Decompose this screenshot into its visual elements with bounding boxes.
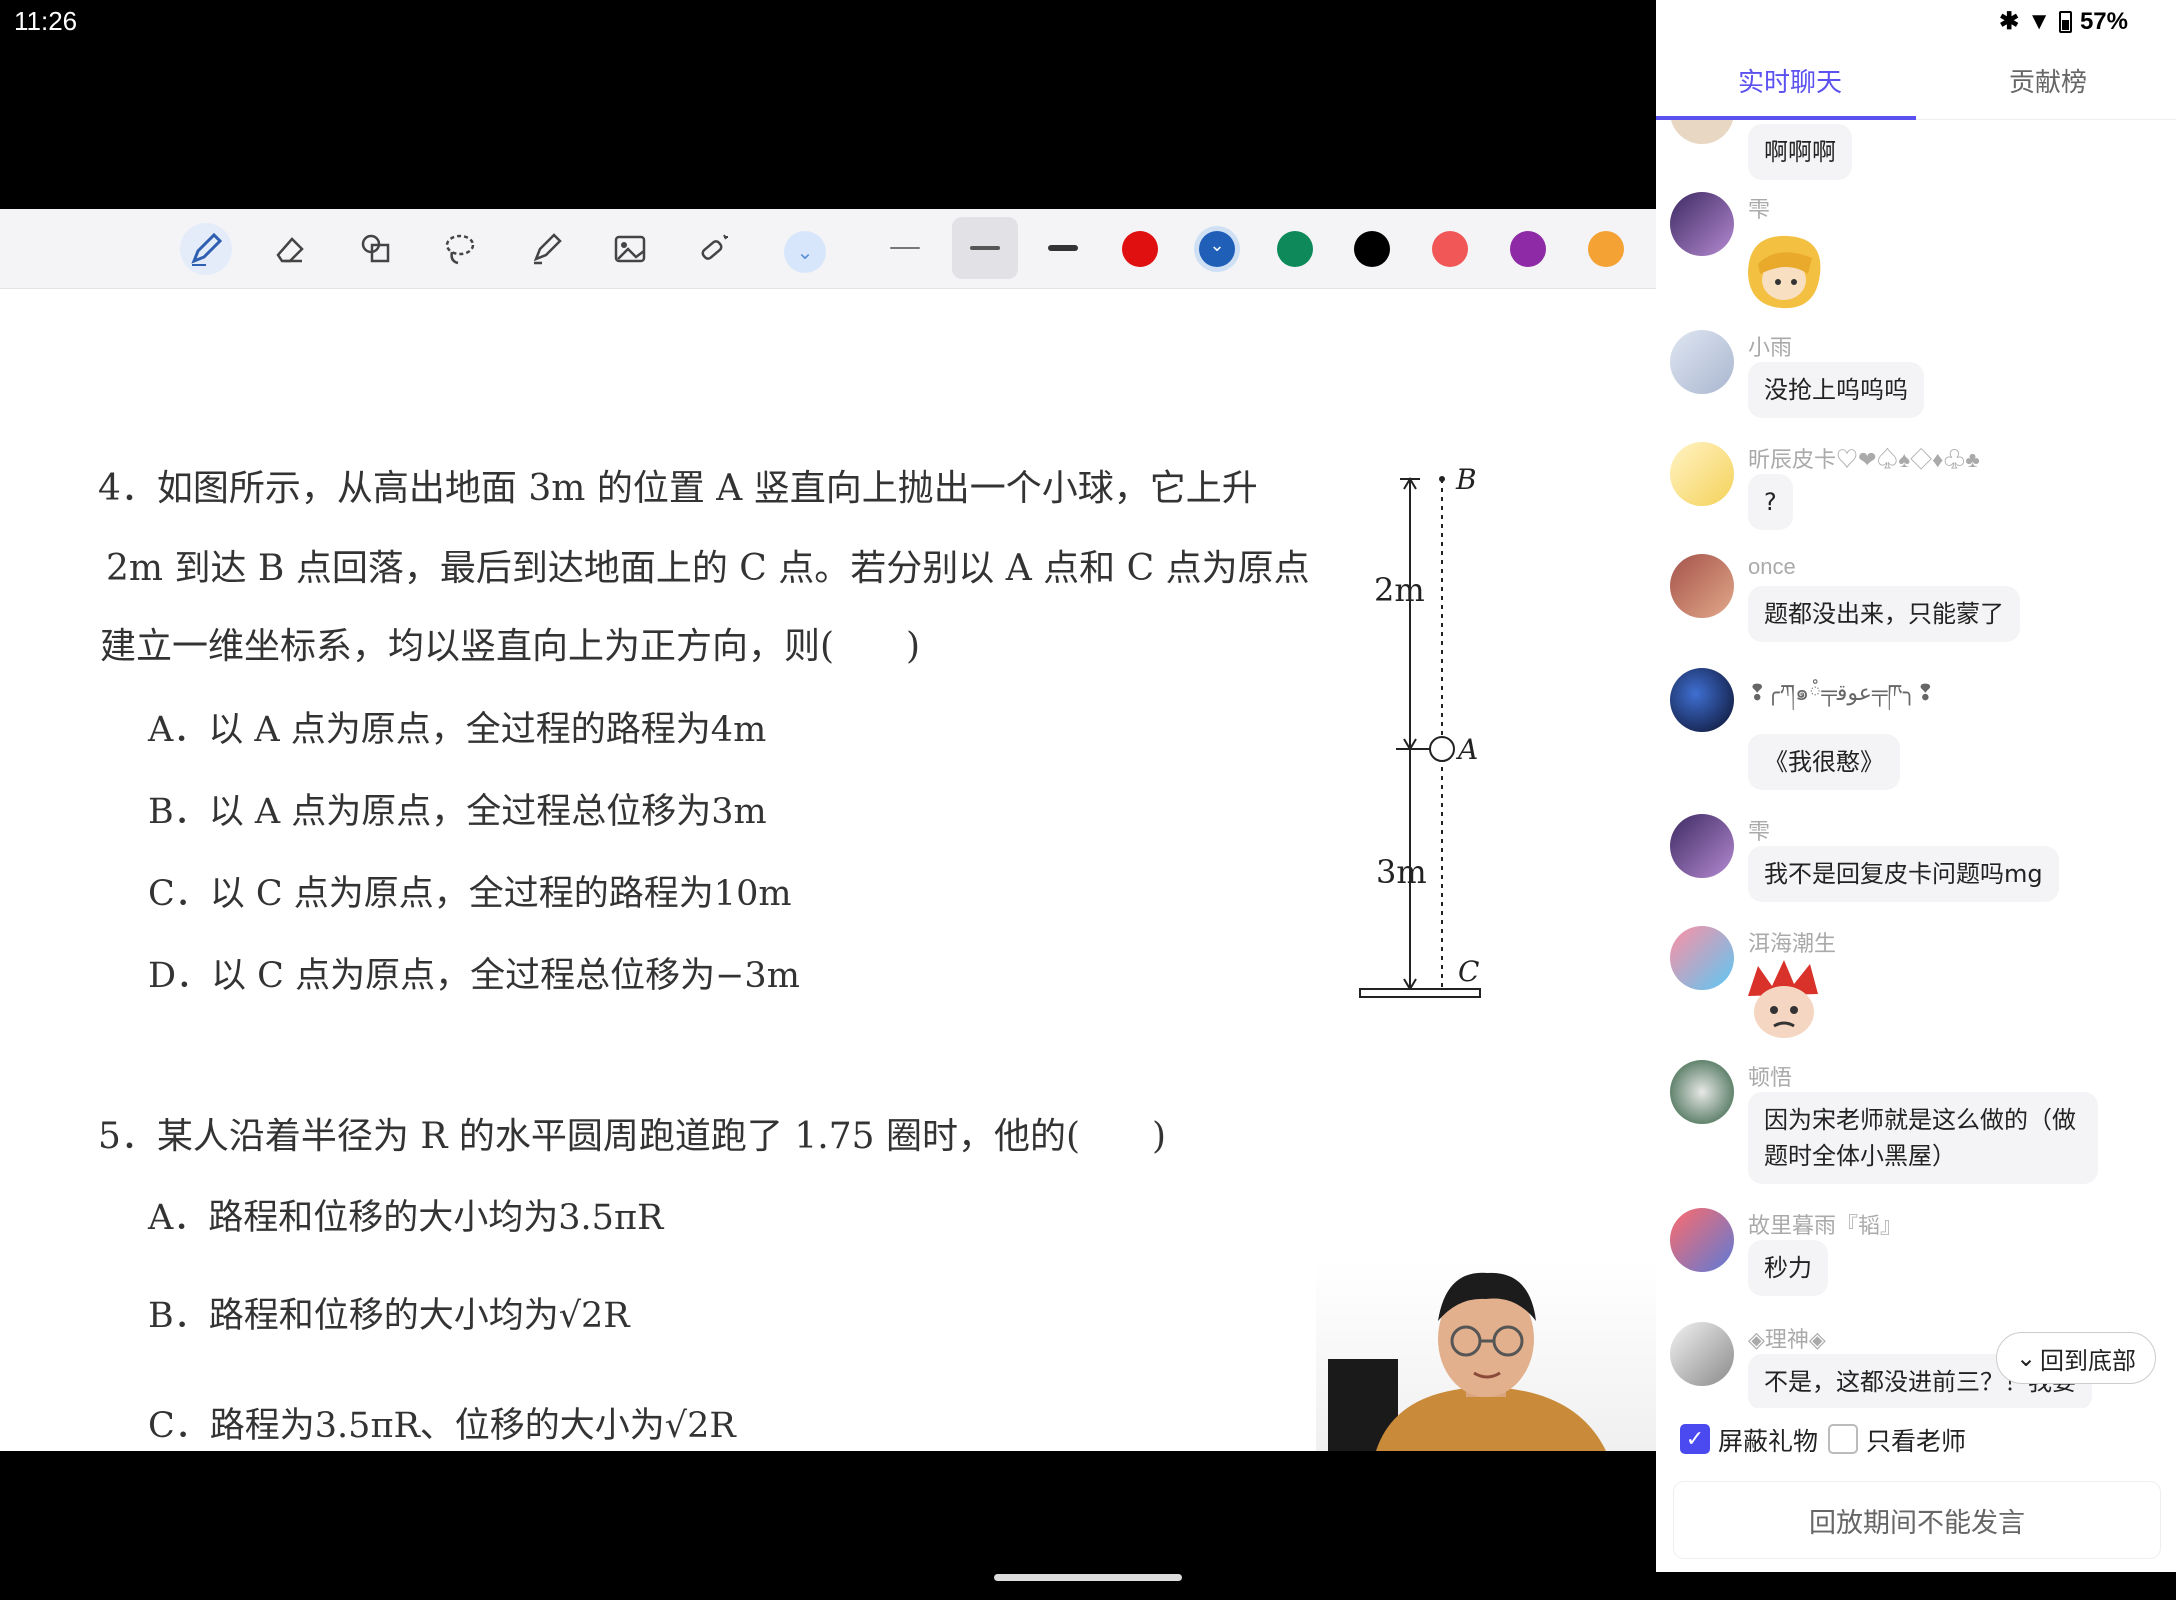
pen-tool-icon[interactable] bbox=[180, 223, 232, 275]
teacher-video bbox=[1316, 1259, 1656, 1451]
status-bar-right: ✱ ▼ 57% bbox=[1656, 0, 2176, 42]
color-purple[interactable] bbox=[1510, 231, 1546, 267]
block-gifts-label[interactable]: 屏蔽礼物 bbox=[1718, 1422, 1818, 1458]
highlighter-icon[interactable] bbox=[520, 223, 572, 275]
battery-percent: 57% bbox=[2079, 7, 2128, 35]
question-5-option-c: C．路程为3.5πR、位移的大小为√2R bbox=[148, 1406, 736, 1446]
color-blue[interactable] bbox=[1199, 231, 1235, 267]
teacher-only-label[interactable]: 只看老师 bbox=[1866, 1422, 1966, 1458]
question-4-option-d: D．以 C 点为原点，全过程总位移为−3m bbox=[148, 956, 800, 996]
back-to-bottom-button[interactable]: ⌄ 回到底部 bbox=[1996, 1332, 2156, 1384]
tab-live-chat[interactable]: 实时聊天 bbox=[1738, 62, 1842, 99]
wifi-icon: ▼ bbox=[2027, 7, 2051, 35]
label-3m: 3m bbox=[1376, 853, 1427, 891]
username: once bbox=[1748, 554, 1796, 579]
message-text: ? bbox=[1748, 474, 1793, 530]
question-4-option-a: A．以 A 点为原点，全过程的路程为4m bbox=[148, 710, 767, 750]
message-text: 因为宋老师就是这么做的（做题时全体小黑屋） bbox=[1748, 1092, 2098, 1184]
avatar bbox=[1670, 192, 1734, 256]
avatar bbox=[1670, 668, 1734, 732]
question-4-line-2: 2m 到达 B 点回落，最后到达地面上的 C 点。若分别以 A 点和 C 点为原… bbox=[106, 548, 1310, 589]
username: 小雨 bbox=[1748, 335, 1793, 360]
message-list[interactable]: 啊啊啊 雫 小雨 没抢上呜呜呜 昕辰皮卡♡❤♤♠◇♦♧♣ ? once 题都没出… bbox=[1656, 120, 2176, 1450]
tab-contribution[interactable]: 贡献榜 bbox=[2009, 62, 2087, 99]
label-c: C bbox=[1458, 955, 1479, 988]
question-4-line-1: 4．如图所示，从高出地面 3m 的位置 A 竖直向上抛出一个小球，它上升 bbox=[98, 468, 1258, 509]
image-icon[interactable] bbox=[604, 223, 656, 275]
username: 雫 bbox=[1748, 197, 1771, 222]
color-red[interactable] bbox=[1122, 231, 1158, 267]
label-b: B bbox=[1455, 463, 1477, 496]
bluetooth-icon: ✱ bbox=[1999, 8, 2020, 35]
status-time: 11:26 bbox=[14, 6, 78, 36]
question-4-line-3: 建立一维坐标系，均以竖直向上为正方向，则( ) bbox=[100, 626, 921, 667]
question-5-line-1: 5．某人沿着半径为 R 的水平圆周跑道跑了 1.75 圈时，他的( ) bbox=[98, 1116, 1167, 1157]
color-green[interactable] bbox=[1277, 231, 1313, 267]
username: 雫 bbox=[1748, 819, 1771, 844]
chevron-down-icon[interactable]: ⌄ bbox=[784, 231, 826, 273]
shapes-icon[interactable] bbox=[350, 223, 402, 275]
username: ❢╭ཀ๑ཾ╤ﻋﻮﻗ╤ཫ╮❢ bbox=[1748, 680, 1935, 705]
motion-diagram: B A C 2m 3m bbox=[1359, 463, 1481, 998]
laser-pointer-icon[interactable] bbox=[688, 223, 740, 275]
message-text: 我不是回复皮卡问题吗mg bbox=[1748, 846, 2059, 902]
stroke-medium[interactable] bbox=[952, 217, 1018, 279]
question-4-option-b: B．以 A 点为原点，全过程总位移为3m bbox=[148, 792, 767, 832]
lasso-icon[interactable] bbox=[434, 223, 486, 275]
drawing-toolbar: ⌄ bbox=[0, 209, 1656, 289]
chevron-double-down-icon: ⌄ bbox=[2015, 1344, 2037, 1372]
message-text: 《我很憨》 bbox=[1748, 734, 1900, 790]
color-orange[interactable] bbox=[1588, 231, 1624, 267]
label-2m: 2m bbox=[1374, 571, 1425, 609]
color-black[interactable] bbox=[1354, 231, 1390, 267]
message-text: 啊啊啊 bbox=[1748, 124, 1852, 180]
message-text: 秒力 bbox=[1748, 1240, 1828, 1296]
teacher-only-checkbox[interactable] bbox=[1828, 1424, 1858, 1454]
home-indicator[interactable] bbox=[994, 1574, 1182, 1581]
avatar bbox=[1670, 1060, 1734, 1124]
sticker-image bbox=[1748, 235, 1821, 309]
message-text: 没抢上呜呜呜 bbox=[1748, 362, 1924, 418]
avatar bbox=[1670, 1322, 1734, 1386]
username: 顿悟 bbox=[1748, 1065, 1793, 1090]
username: ◈理神◈ bbox=[1748, 1327, 1826, 1352]
question-5-option-a: A．路程和位移的大小均为3.5πR bbox=[148, 1198, 664, 1238]
avatar bbox=[1670, 814, 1734, 878]
chat-input: 回放期间不能发言 bbox=[1674, 1482, 2160, 1558]
video-player[interactable]: ⌄ 4．如图所示，从高出地面 3m 的位置 A 竖直向上抛出一个小球，它上升 2… bbox=[0, 44, 1656, 1451]
sticker-image bbox=[1748, 960, 1818, 1038]
avatar bbox=[1670, 120, 1734, 144]
color-light-red[interactable] bbox=[1432, 231, 1468, 267]
username: 故里暮雨『韬』 bbox=[1748, 1213, 1903, 1238]
eraser-icon[interactable] bbox=[264, 223, 316, 275]
avatar bbox=[1670, 1208, 1734, 1272]
battery-icon bbox=[2058, 10, 2072, 33]
avatar bbox=[1670, 442, 1734, 506]
username: 洱海潮生 bbox=[1748, 931, 1837, 956]
avatar bbox=[1670, 330, 1734, 394]
question-4-option-c: C．以 C 点为原点，全过程的路程为10m bbox=[148, 874, 792, 914]
whiteboard[interactable]: ⌄ 4．如图所示，从高出地面 3m 的位置 A 竖直向上抛出一个小球，它上升 2… bbox=[0, 209, 1656, 1451]
stroke-thick[interactable] bbox=[1030, 217, 1096, 279]
status-bar: 11:26 bbox=[0, 0, 1656, 44]
username: 昕辰皮卡♡❤♤♠◇♦♧♣ bbox=[1748, 447, 1980, 472]
message-text: 题都没出来，只能蒙了 bbox=[1748, 586, 2020, 642]
question-5-option-b: B．路程和位移的大小均为√2R bbox=[148, 1296, 630, 1336]
avatar bbox=[1670, 926, 1734, 990]
block-gifts-checkbox[interactable]: ✓ bbox=[1680, 1424, 1710, 1454]
chat-tabs: 实时聊天 贡献榜 bbox=[1656, 42, 2176, 120]
chat-panel: 实时聊天 贡献榜 啊啊啊 雫 小雨 没抢上呜呜呜 昕辰皮卡♡❤♤♠◇♦♧♣ ? … bbox=[1656, 42, 2176, 1572]
label-a: A bbox=[1455, 733, 1478, 766]
chat-filters: ✓ 屏蔽礼物 只看老师 bbox=[1656, 1408, 2176, 1468]
stroke-thin[interactable] bbox=[872, 217, 938, 279]
avatar bbox=[1670, 554, 1734, 618]
